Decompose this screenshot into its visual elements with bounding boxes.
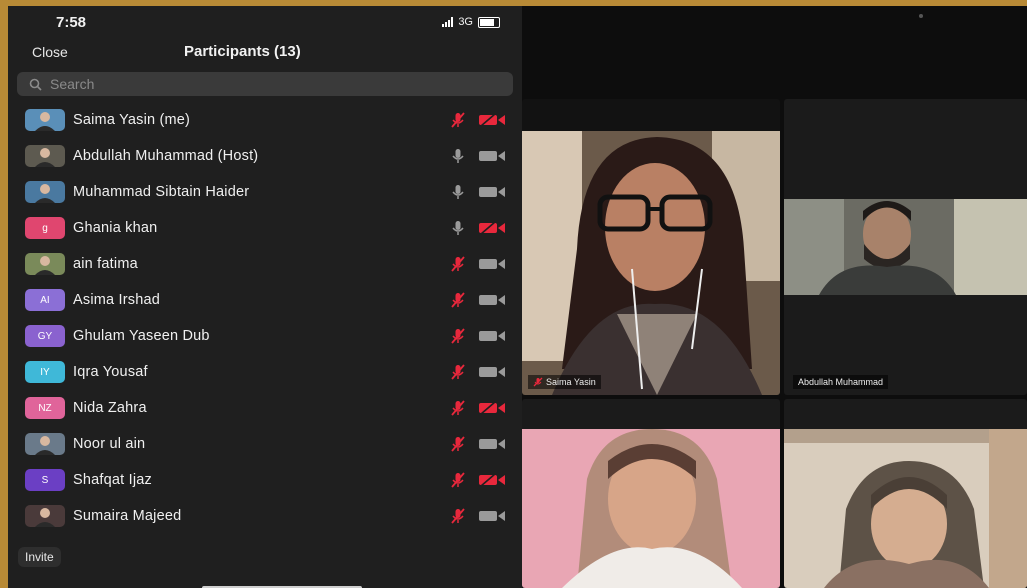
participant-row[interactable]: NZ Nida Zahra [8, 390, 522, 426]
avatar-initials: GY [25, 325, 65, 347]
mic-muted-icon[interactable] [449, 255, 467, 273]
mic-muted-icon[interactable] [449, 471, 467, 489]
video-tile-label: Saima Yasin [528, 375, 601, 389]
mic-icon[interactable] [449, 219, 467, 237]
avatar-photo [25, 109, 65, 131]
video-icon[interactable] [478, 509, 506, 523]
participant-row[interactable]: Sumaira Majeed [8, 498, 522, 534]
participant-row[interactable]: ain fatima [8, 246, 522, 282]
avatar-photo [25, 145, 65, 167]
participant-row[interactable]: AI Asima Irshad [8, 282, 522, 318]
video-feed [522, 429, 780, 588]
mic-muted-icon[interactable] [449, 363, 467, 381]
participant-row[interactable]: Abdullah Muhammad (Host) [8, 138, 522, 174]
video-off-icon[interactable] [478, 473, 506, 487]
participant-row[interactable]: Saima Yasin (me) [8, 102, 522, 138]
video-tile-abdullah[interactable]: Abdullah Muhammad [784, 99, 1027, 395]
mic-muted-icon[interactable] [449, 327, 467, 345]
participant-name: Sumaira Majeed [73, 508, 182, 524]
participant-row[interactable]: GY Ghulam Yaseen Dub [8, 318, 522, 354]
video-tile-4[interactable] [784, 399, 1027, 588]
video-icon[interactable] [478, 185, 506, 199]
panel-title: Participants (13) [184, 43, 301, 60]
invite-button[interactable]: Invite [18, 547, 61, 567]
search-bar[interactable] [17, 72, 513, 96]
participant-name: Iqra Yousaf [73, 364, 148, 380]
mic-icon[interactable] [449, 183, 467, 201]
mic-icon[interactable] [449, 147, 467, 165]
video-tile-label: Abdullah Muhammad [793, 375, 889, 389]
video-off-icon[interactable] [478, 401, 506, 415]
mic-muted-icon[interactable] [449, 111, 467, 129]
battery-icon [478, 16, 500, 28]
participant-row[interactable]: S Shafqat Ijaz [8, 462, 522, 498]
camera-dot [919, 14, 923, 18]
mic-muted-icon[interactable] [449, 399, 467, 417]
avatar-initials: AI [25, 289, 65, 311]
status-indicators: 3G [442, 16, 500, 28]
video-off-icon[interactable] [478, 221, 506, 235]
signal-icon [442, 17, 454, 27]
network-type: 3G [458, 16, 473, 28]
avatar-initials: NZ [25, 397, 65, 419]
mic-muted-icon[interactable] [449, 507, 467, 525]
avatar-initials: S [25, 469, 65, 491]
participant-name: Asima Irshad [73, 292, 161, 308]
avatar-initials: g [25, 217, 65, 239]
video-tile-saima[interactable]: Saima Yasin [522, 99, 780, 395]
participant-row[interactable]: g Ghania khan [8, 210, 522, 246]
avatar-photo [25, 253, 65, 275]
video-icon[interactable] [478, 365, 506, 379]
search-icon [29, 78, 42, 91]
participant-name: Muhammad Sibtain Haider [73, 184, 250, 200]
video-tile-3[interactable] [522, 399, 780, 588]
avatar-photo [25, 433, 65, 455]
participant-name: Noor ul ain [73, 436, 146, 452]
participant-row[interactable]: Muhammad Sibtain Haider [8, 174, 522, 210]
zoom-window: 7:58 3G Close Participants (13) Saima Ya… [8, 6, 1027, 588]
mic-muted-icon[interactable] [449, 291, 467, 309]
avatar-initials: IY [25, 361, 65, 383]
close-button[interactable]: Close [32, 44, 68, 60]
participant-name: Ghania khan [73, 220, 158, 236]
avatar-photo [25, 181, 65, 203]
participant-name: Ghulam Yaseen Dub [73, 328, 210, 344]
avatar-photo [25, 505, 65, 527]
status-time: 7:58 [56, 14, 87, 31]
participant-row[interactable]: Noor ul ain [8, 426, 522, 462]
video-feed [522, 131, 780, 395]
video-icon[interactable] [478, 329, 506, 343]
video-icon[interactable] [478, 293, 506, 307]
video-icon[interactable] [478, 149, 506, 163]
video-feed [784, 199, 1027, 295]
participants-panel: 7:58 3G Close Participants (13) Saima Ya… [8, 6, 522, 588]
participant-name: Shafqat Ijaz [73, 472, 152, 488]
video-tile-name: Abdullah Muhammad [798, 377, 884, 387]
participant-name: Abdullah Muhammad (Host) [73, 148, 259, 164]
participant-name: ain fatima [73, 256, 138, 272]
video-icon[interactable] [478, 257, 506, 271]
participant-name: Nida Zahra [73, 400, 147, 416]
mic-muted-icon [533, 377, 543, 387]
video-off-icon[interactable] [478, 113, 506, 127]
participant-list: Saima Yasin (me) Abdullah Muhammad (Host)… [8, 102, 522, 534]
participant-row[interactable]: IY Iqra Yousaf [8, 354, 522, 390]
video-tile-name: Saima Yasin [546, 377, 596, 387]
video-icon[interactable] [478, 437, 506, 451]
search-input[interactable] [48, 75, 492, 93]
participant-name: Saima Yasin (me) [73, 112, 191, 128]
video-feed [784, 429, 1027, 588]
mic-muted-icon[interactable] [449, 435, 467, 453]
